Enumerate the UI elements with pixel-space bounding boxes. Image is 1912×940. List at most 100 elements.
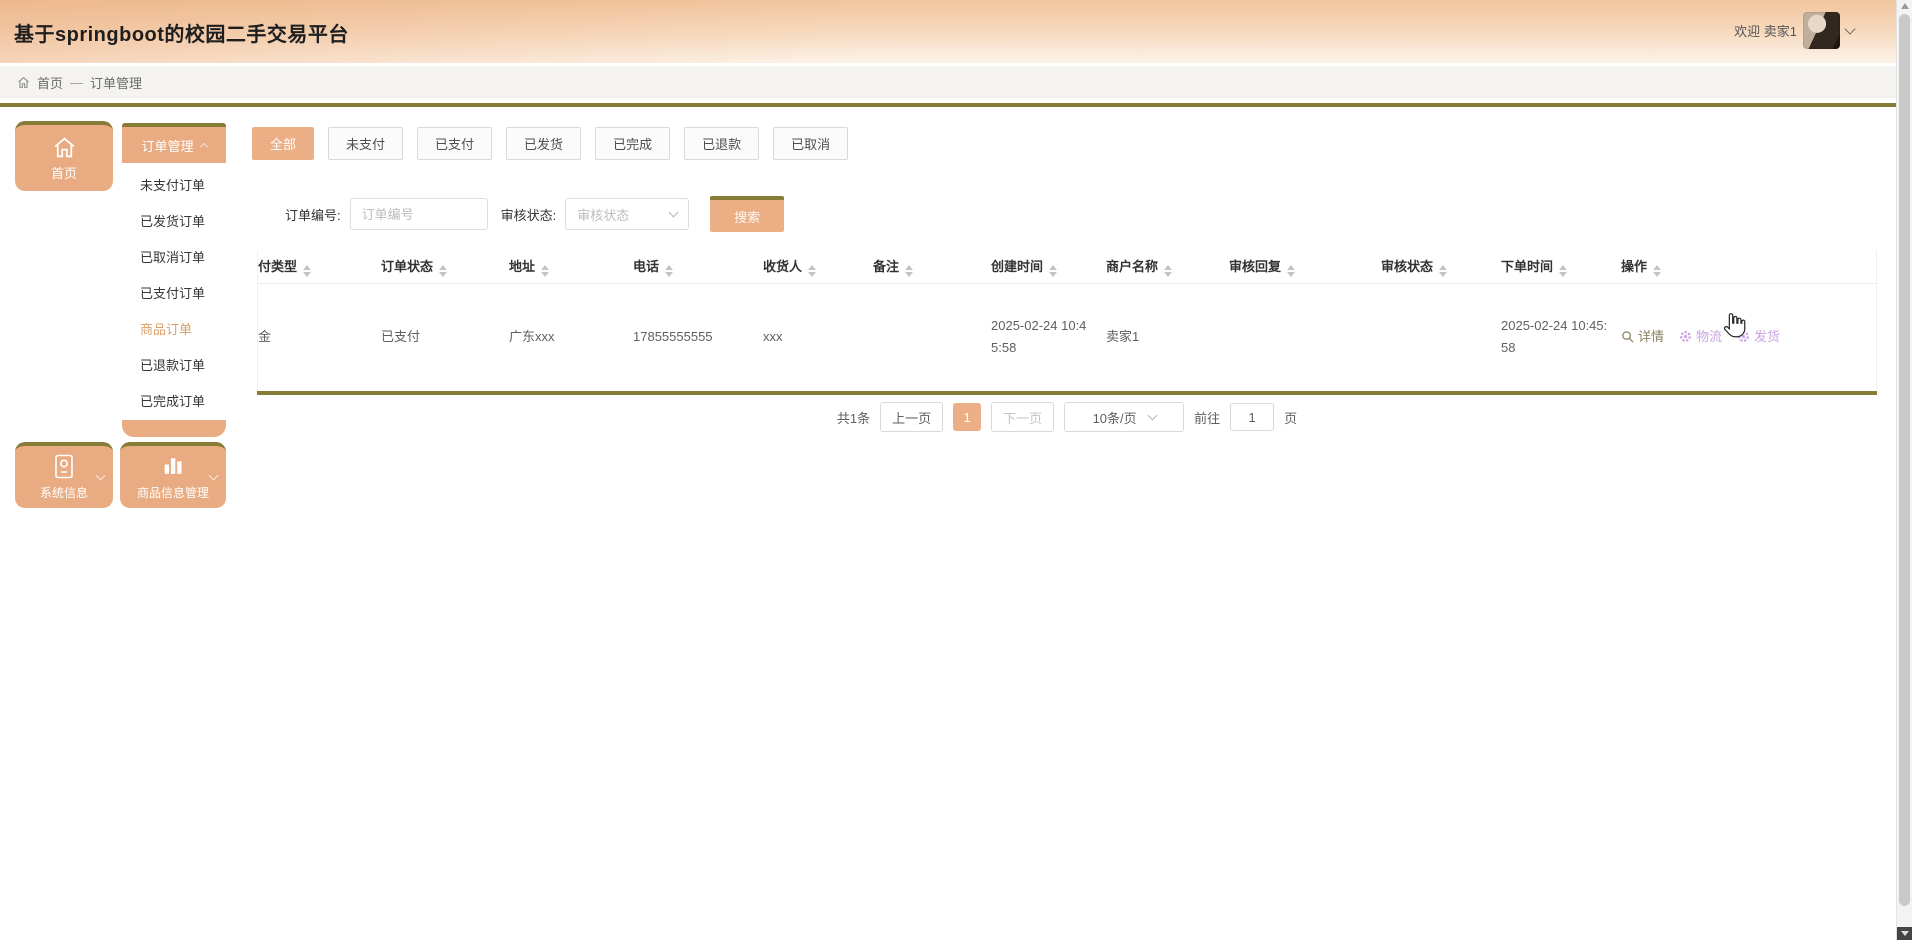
order-menu-label: 订单管理	[141, 138, 194, 154]
sort-icon[interactable]	[1049, 264, 1058, 277]
cell-order-status: 已支付	[381, 328, 421, 344]
sort-icon[interactable]	[541, 264, 550, 277]
sidebar-item-product-info[interactable]: 商品信息管理	[120, 442, 226, 508]
sort-icon[interactable]	[1559, 264, 1568, 277]
order-no-label: 订单编号:	[285, 207, 341, 223]
cell-create-time: 2025-02-24 10:45:58	[991, 317, 1087, 355]
cell-audit-reply	[1229, 283, 1381, 390]
document-icon	[55, 454, 73, 479]
order-menu-footer	[122, 420, 226, 437]
welcome-text: 欢迎 卖家1	[1734, 24, 1797, 39]
chevron-down-icon	[668, 207, 679, 218]
home-icon	[54, 136, 74, 157]
col-consignee[interactable]: 收货人	[763, 250, 873, 284]
audit-status-select[interactable]: 审核状态	[565, 198, 690, 230]
filter-bar: 订单编号: 审核状态: 审核状态 搜索	[285, 196, 785, 232]
next-page-button[interactable]: 下一页	[991, 402, 1055, 432]
sidebar-item-completed-orders[interactable]: 已完成订单	[122, 384, 226, 420]
sidebar-item-paid-orders[interactable]: 已支付订单	[122, 276, 226, 312]
tab-shipped[interactable]: 已发货	[506, 127, 582, 160]
col-remark[interactable]: 备注	[873, 250, 991, 284]
content-top-divider	[0, 103, 1896, 107]
order-submenu: 未支付订单 已发货订单 已取消订单 已支付订单 商品订单 已退款订单 已完成订单	[122, 163, 226, 420]
cell-remark	[873, 283, 991, 390]
search-button[interactable]: 搜索	[710, 196, 785, 232]
col-pay-type[interactable]: 付类型	[258, 250, 381, 284]
magnifier-icon	[1622, 331, 1634, 343]
sidebar-item-unpaid-orders[interactable]: 未支付订单	[122, 168, 226, 204]
table-row: 金 已支付 广东xxx 17855555555 xxx 2025-02-24 1…	[258, 283, 1876, 390]
col-audit-status[interactable]: 审核状态	[1381, 250, 1501, 284]
col-actions[interactable]: 操作	[1621, 250, 1876, 284]
ship-link[interactable]: 发货	[1737, 326, 1780, 348]
user-menu[interactable]: 欢迎 卖家1	[1734, 12, 1856, 49]
gear-icon	[1680, 331, 1691, 343]
chevron-down-icon[interactable]	[1844, 23, 1856, 35]
tab-completed[interactable]: 已完成	[595, 127, 671, 160]
page-number-1[interactable]: 1	[953, 403, 982, 431]
bar-chart-icon	[164, 458, 182, 474]
sidebar-item-refunded-orders[interactable]: 已退款订单	[122, 348, 226, 384]
home-icon	[18, 76, 29, 88]
cell-address: 广东xxx	[509, 328, 555, 344]
orders-table: 付类型 订单状态 地址 电话 收货人 备注 创建时间 商户名称 审核回复 审核状…	[257, 250, 1877, 390]
sidebar-item-cancelled-orders[interactable]: 已取消订单	[122, 240, 226, 276]
sidebar-item-home[interactable]: 首页	[15, 121, 113, 191]
col-phone[interactable]: 电话	[633, 250, 763, 284]
product-info-label: 商品信息管理	[136, 486, 209, 500]
col-order-time[interactable]: 下单时间	[1501, 250, 1621, 284]
tab-paid[interactable]: 已支付	[417, 127, 493, 160]
sort-icon[interactable]	[905, 264, 914, 277]
cell-phone: 17855555555	[633, 328, 713, 344]
sidebar-item-shipped-orders[interactable]: 已发货订单	[122, 204, 226, 240]
gear-icon	[1738, 331, 1750, 343]
audit-status-label: 审核状态:	[500, 207, 557, 223]
scrollbar-thumb[interactable]	[1899, 14, 1910, 906]
sort-icon[interactable]	[1164, 264, 1173, 277]
sidebar-item-product-orders[interactable]: 商品订单	[122, 312, 226, 348]
scrollbar-track[interactable]	[1896, 0, 1912, 940]
tab-all[interactable]: 全部	[252, 127, 315, 160]
col-order-status[interactable]: 订单状态	[381, 250, 509, 284]
col-audit-reply[interactable]: 审核回复	[1229, 250, 1381, 284]
sort-icon[interactable]	[439, 264, 448, 277]
sort-icon[interactable]	[303, 264, 312, 277]
scroll-up-arrow[interactable]	[1901, 3, 1909, 9]
chevron-down-icon	[208, 470, 219, 481]
sort-icon[interactable]	[665, 264, 674, 277]
chevron-up-icon	[199, 142, 208, 151]
logistics-link[interactable]: 物流	[1679, 326, 1722, 348]
scroll-down-arrow[interactable]	[1897, 927, 1912, 940]
sidebar-item-system-info[interactable]: 系统信息	[15, 442, 113, 508]
tab-unpaid[interactable]: 未支付	[328, 127, 404, 160]
avatar[interactable]	[1803, 12, 1840, 49]
col-merchant-name[interactable]: 商户名称	[1106, 250, 1229, 284]
tab-cancelled[interactable]: 已取消	[773, 127, 849, 160]
breadcrumb-current: 订单管理	[90, 75, 143, 91]
prev-page-button[interactable]: 上一页	[880, 402, 944, 432]
audit-status-placeholder: 审核状态	[577, 207, 630, 223]
page-size-value: 10条/页	[1092, 410, 1137, 426]
goto-label: 前往	[1194, 410, 1221, 426]
sort-icon[interactable]	[1287, 264, 1296, 277]
cell-actions: 详情 物流 发货	[1621, 283, 1876, 390]
detail-link[interactable]: 详情	[1621, 326, 1664, 348]
breadcrumb-separator: —	[70, 74, 84, 90]
table-bottom-divider	[257, 391, 1877, 395]
order-no-input[interactable]	[349, 198, 488, 230]
col-create-time[interactable]: 创建时间	[991, 250, 1106, 284]
cell-merchant-name: 卖家1	[1106, 328, 1140, 344]
sidebar-order-menu: 订单管理 未支付订单 已发货订单 已取消订单 已支付订单 商品订单 已退款订单 …	[122, 123, 226, 437]
breadcrumb-home[interactable]: 首页	[37, 73, 63, 92]
page-size-select[interactable]: 10条/页	[1064, 402, 1185, 432]
col-address[interactable]: 地址	[509, 250, 633, 284]
chevron-down-icon	[95, 470, 106, 481]
sort-icon[interactable]	[1653, 264, 1662, 277]
tab-refunded[interactable]: 已退款	[684, 127, 760, 160]
sort-icon[interactable]	[1439, 264, 1448, 277]
chevron-down-icon	[1147, 410, 1158, 421]
cell-pay-type: 金	[258, 328, 272, 344]
order-menu-header[interactable]: 订单管理	[122, 123, 226, 163]
sort-icon[interactable]	[808, 264, 817, 277]
goto-page-input[interactable]	[1230, 403, 1275, 431]
